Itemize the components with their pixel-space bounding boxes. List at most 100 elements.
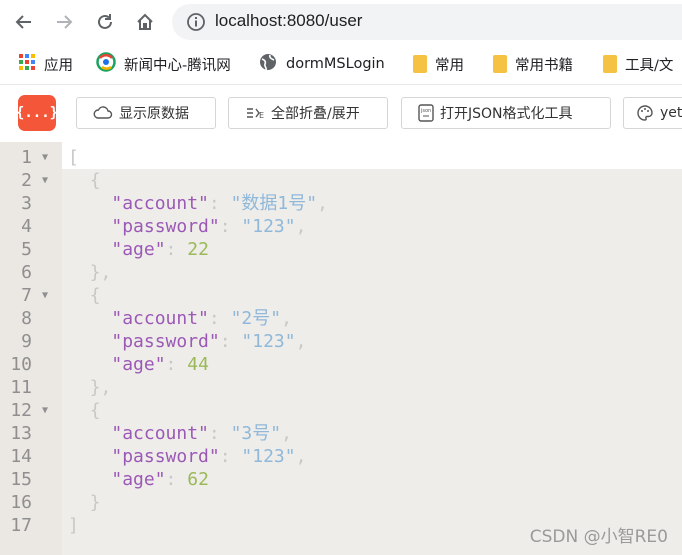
code-line: 1 ▼ [ [0, 146, 682, 169]
bookmark-dormmslogin[interactable]: dormMSLogin [258, 53, 385, 75]
forward-button[interactable] [50, 8, 78, 36]
code-line: 3 "account": "数据1号", [0, 192, 682, 215]
browser-toolbar: localhost:8080/user [0, 0, 682, 44]
code-text: { [68, 399, 101, 422]
folder-icon [493, 55, 507, 73]
line-number: 4 [21, 216, 32, 237]
bookmark-label: 应用 [44, 57, 73, 74]
palette-icon [636, 104, 654, 122]
json-number: 44 [187, 354, 209, 375]
globe-icon [258, 52, 278, 76]
bookmark-apps[interactable]: 应用 [18, 53, 73, 75]
button-label: 打开JSON格式化工具 [440, 106, 573, 122]
line-number: 8 [21, 308, 32, 329]
code-text: }, [68, 261, 112, 284]
line-number: 17 [10, 515, 32, 536]
code-text: "age": 44 [68, 353, 209, 376]
code-text: "account": "3号", [68, 422, 292, 445]
svg-text:json: json [420, 108, 431, 114]
fold-toggle-icon[interactable]: ▼ [42, 399, 48, 422]
apps-grid-icon [18, 53, 36, 75]
json-file-icon: json [418, 104, 434, 122]
fold-toggle-icon[interactable]: ▼ [42, 284, 48, 307]
code-text: "age": 22 [68, 238, 209, 261]
json-punctuation: , [317, 193, 328, 214]
json-key: "password" [111, 216, 220, 237]
bookmark-folder-tools[interactable]: 工具/文 [603, 53, 673, 75]
json-punctuation: { [89, 400, 101, 421]
line-number: 1 [21, 147, 32, 168]
bookmark-folder-books[interactable]: 常用书籍 [493, 53, 573, 75]
json-punctuation: ] [68, 515, 79, 536]
code-text: { [68, 284, 101, 307]
line-number: 16 [10, 492, 32, 513]
code-text: } [68, 491, 101, 514]
address-bar[interactable]: localhost:8080/user [172, 4, 682, 40]
line-number: 11 [10, 377, 32, 398]
tencent-logo-icon [96, 52, 116, 76]
code-line: 13 "account": "3号", [0, 422, 682, 445]
fold-toggle-icon[interactable]: ▼ [42, 146, 48, 169]
json-key: "age" [111, 354, 166, 375]
json-punctuation: : [208, 423, 231, 444]
json-number: 62 [187, 469, 209, 490]
code-text: "age": 62 [68, 468, 209, 491]
code-line: 9 "password": "123", [0, 330, 682, 353]
reload-button[interactable] [91, 8, 119, 36]
json-viewer-logo: {...} [16, 95, 58, 131]
line-number: 15 [10, 469, 32, 490]
line-number: 3 [21, 193, 32, 214]
home-button[interactable] [131, 8, 159, 36]
show-raw-button[interactable]: 显示原数据 [76, 97, 216, 129]
info-icon[interactable] [186, 12, 206, 36]
code-line: 4 "password": "123", [0, 215, 682, 238]
line-number: 14 [10, 446, 32, 467]
code-text: "password": "123", [68, 330, 306, 353]
cloud-icon [93, 105, 113, 121]
json-string: "2号" [230, 308, 282, 329]
json-punctuation: : [208, 193, 231, 214]
button-label: 显示原数据 [119, 106, 189, 122]
json-string: "123" [241, 331, 296, 352]
collapse-icon: E [245, 105, 265, 121]
json-punctuation: : [165, 239, 188, 260]
code-text: [ [68, 146, 79, 169]
toggle-collapse-button[interactable]: E 全部折叠/展开 [228, 97, 388, 129]
reload-icon [98, 14, 112, 29]
json-punctuation: { [89, 285, 101, 306]
code-text: "password": "123", [68, 215, 306, 238]
code-line: 5 "age": 22 [0, 238, 682, 261]
folder-icon [413, 55, 427, 73]
line-number: 12 [10, 400, 32, 421]
json-key: "account" [111, 308, 209, 329]
json-punctuation: , [295, 216, 307, 237]
back-arrow-icon [15, 15, 31, 29]
bookmark-folder-common[interactable]: 常用 [413, 53, 464, 75]
json-punctuation: , [281, 308, 292, 329]
code-line: 2 ▼ { [0, 169, 682, 192]
bookmarks-bar: 应用 新闻中心-腾讯网 dormMSLogin 常用 常用书籍 工具/文 [0, 44, 682, 84]
json-string: "3号" [230, 423, 282, 444]
line-number: 6 [21, 262, 32, 283]
json-punctuation: : [219, 331, 242, 352]
code-text: "account": "数据1号", [68, 192, 328, 215]
json-string: "数据1号" [230, 193, 318, 214]
json-key: "account" [111, 423, 209, 444]
line-number: 5 [21, 239, 32, 260]
bookmark-label: 新闻中心-腾讯网 [124, 57, 231, 74]
code-text: }, [68, 376, 112, 399]
open-json-formatter-button[interactable]: json 打开JSON格式化工具 [401, 97, 611, 129]
fold-toggle-icon[interactable]: ▼ [42, 169, 48, 192]
bookmark-tencent-news[interactable]: 新闻中心-腾讯网 [96, 52, 231, 76]
theme-button[interactable]: yeti [623, 97, 682, 129]
code-line: 8 "account": "2号", [0, 307, 682, 330]
bookmark-label: 常用 [435, 57, 464, 74]
back-button[interactable] [10, 8, 38, 36]
json-key: "password" [111, 446, 220, 467]
code-line: 12 ▼ { [0, 399, 682, 422]
forward-arrow-icon [57, 15, 73, 29]
code-text: { [68, 169, 101, 192]
button-label: 全部折叠/展开 [271, 106, 360, 122]
json-punctuation: , [295, 446, 307, 467]
line-number: 7 [21, 285, 32, 306]
